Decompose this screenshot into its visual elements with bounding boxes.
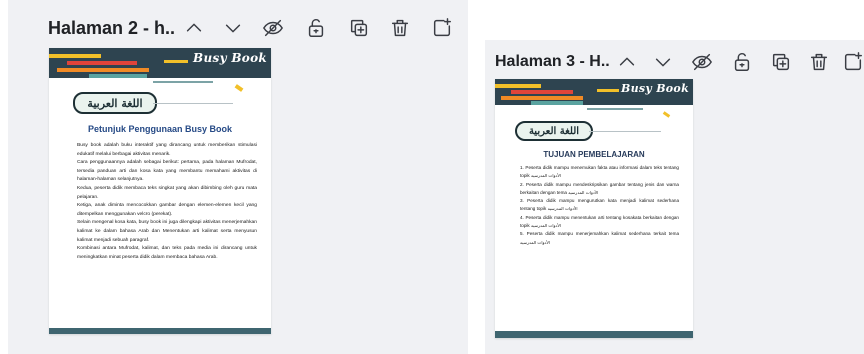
list-item: 5. Peserta didik mampu menerjemahkan kal… <box>520 231 679 245</box>
paragraph: Cara penggunaannya adalah sebagai beriku… <box>77 160 257 183</box>
paragraph: Selain mengenal kosa kata, busy book ini… <box>77 220 257 243</box>
duplicate-page-icon[interactable] <box>767 48 795 76</box>
duplicate-page-icon[interactable] <box>345 14 373 42</box>
page-3-canvas[interactable]: Busy Book اللغة العربية TUJUAN PEMBELAJA… <box>495 79 693 338</box>
chevron-up-icon[interactable] <box>180 14 208 42</box>
lock-open-icon[interactable] <box>302 14 330 42</box>
paragraph: Kedua, peserta didik membaca teks singka… <box>77 185 257 200</box>
footer-bar <box>495 331 693 338</box>
trash-icon[interactable] <box>805 48 833 76</box>
lock-open-icon[interactable] <box>728 48 756 76</box>
decor-stripe <box>501 96 583 100</box>
decor-line <box>589 131 661 132</box>
chevron-up-icon[interactable] <box>613 48 641 76</box>
paragraph: Ketiga, anak diminta mencocokkan gambar … <box>77 203 257 217</box>
add-page-icon[interactable] <box>428 14 456 42</box>
instructions-body: Busy book adalah buku interaktif yang di… <box>77 142 257 262</box>
decor-arrow <box>662 111 671 118</box>
decor-stripe <box>89 74 147 78</box>
decor-stripe <box>67 61 137 65</box>
decor-stripe <box>495 84 541 88</box>
arabic-subject-badge: اللغة العربية <box>73 92 157 114</box>
decor-stripe <box>531 101 583 105</box>
decor-stripe <box>511 90 573 94</box>
trash-icon[interactable] <box>386 14 414 42</box>
objectives-list: 1. Peserta didik mampu menemukan fakta a… <box>520 164 679 247</box>
decor-stripe <box>153 81 213 83</box>
list-item: 4. Peserta didik mampu menentukan arti t… <box>520 214 679 229</box>
page-3-panel: Halaman 3 - H.. Busy Book اللغة العربية … <box>485 40 864 354</box>
decor-stripe <box>164 60 188 63</box>
objectives-heading: TUJUAN PEMBELAJARAN <box>543 150 645 159</box>
chevron-down-icon[interactable] <box>219 14 247 42</box>
eye-hidden-icon[interactable] <box>259 14 287 42</box>
brand-title: Busy Book <box>193 51 267 65</box>
arabic-subject-badge: اللغة العربية <box>515 121 593 141</box>
decor-line <box>153 103 233 104</box>
list-item: 3. Peserta didik mampu mengurutkan kata … <box>520 198 679 212</box>
page-3-title[interactable]: Halaman 3 - H.. <box>495 53 613 71</box>
decor-arrow <box>234 84 244 92</box>
paragraph: Busy book adalah buku interaktif yang di… <box>77 143 257 157</box>
page-2-canvas[interactable]: Busy Book اللغة العربية Petunjuk Penggun… <box>49 48 271 334</box>
page-2-title[interactable]: Halaman 2 - h.. <box>48 18 176 39</box>
brand-title: Busy Book <box>620 82 689 95</box>
decor-stripe <box>49 54 101 58</box>
list-item: 2. Peserta didik mampu mendeskripsikan g… <box>520 181 679 195</box>
paragraph: Kombinasi antara Mufrodat, kalimat, dan … <box>77 246 257 260</box>
decor-stripe <box>57 68 149 72</box>
page-2-panel: Halaman 2 - h.. Busy Book اللغة العربية … <box>8 0 468 354</box>
page-3-toolbar: Halaman 3 - H.. <box>485 42 864 82</box>
add-page-icon[interactable] <box>839 48 864 76</box>
footer-bar <box>49 328 271 334</box>
page-2-toolbar: Halaman 2 - h.. <box>8 8 468 48</box>
instructions-heading: Petunjuk Penggunaan Busy Book <box>87 124 233 134</box>
chevron-down-icon[interactable] <box>649 48 677 76</box>
decor-stripe <box>587 108 643 110</box>
list-item: 1. Peserta didik mampu menemukan fakta a… <box>520 165 679 179</box>
decor-stripe <box>597 89 619 92</box>
eye-hidden-icon[interactable] <box>688 48 716 76</box>
